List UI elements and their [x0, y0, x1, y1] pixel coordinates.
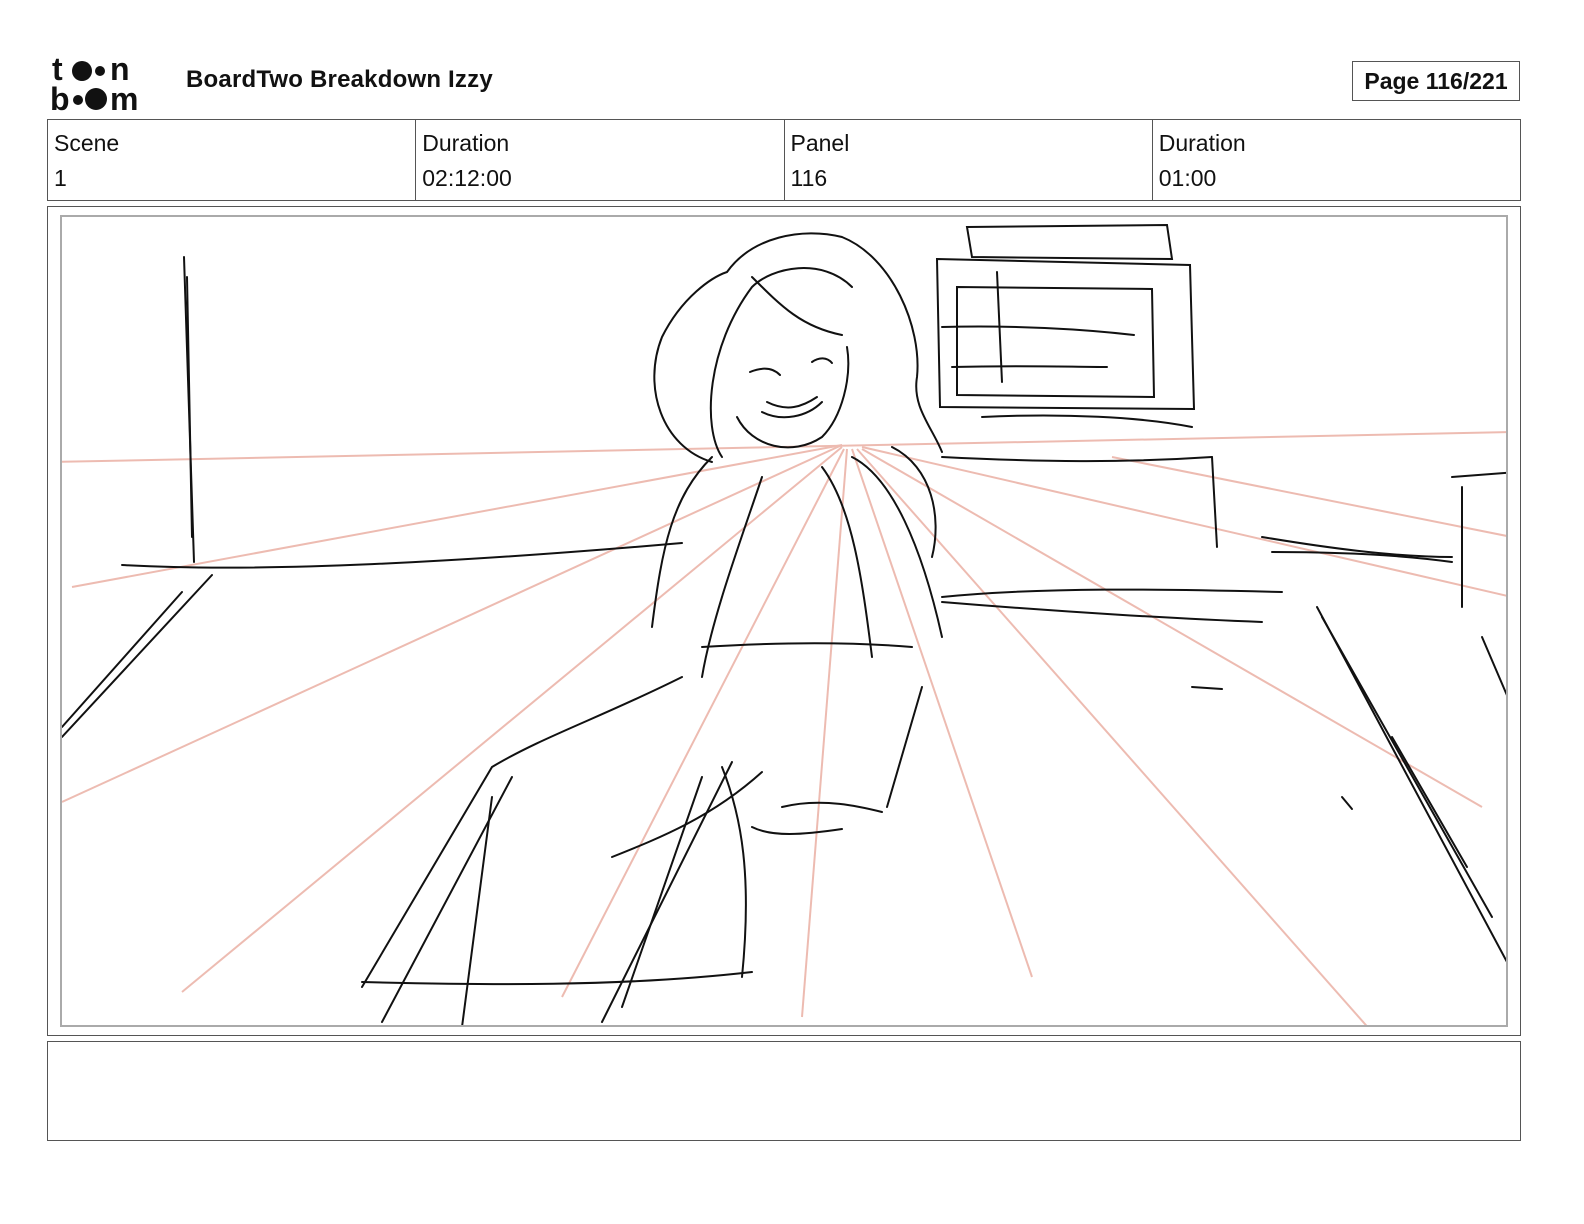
- panel-cell: Panel 116: [785, 120, 1153, 200]
- document-title: BoardTwo Breakdown Izzy: [186, 66, 493, 93]
- scene-duration-label: Duration: [422, 130, 510, 156]
- scene-label: Scene: [54, 130, 120, 156]
- page-indicator: Page 116/221: [1352, 61, 1520, 101]
- scene-duration-cell: Duration 02:12:00: [416, 120, 785, 200]
- panel-duration-value: 01:00: [1158, 165, 1217, 191]
- svg-text:m: m: [110, 81, 138, 112]
- svg-text:b: b: [50, 81, 70, 112]
- panel-duration-cell: Duration 01:00: [1153, 120, 1520, 200]
- storyboard-sketch-frame: [60, 215, 1508, 1027]
- panel-info-table: Scene 1 Duration 02:12:00 Panel 116 Dura…: [47, 119, 1521, 201]
- panel-value: 116: [790, 165, 828, 191]
- panel-notes-box: [47, 1041, 1521, 1141]
- scene-value: 1: [54, 165, 67, 191]
- storyboard-panel: [47, 206, 1521, 1036]
- panel-duration-label: Duration: [1158, 130, 1246, 156]
- panel-label: Panel: [790, 130, 850, 156]
- scene-duration-value: 02:12:00: [422, 165, 512, 191]
- scene-cell: Scene 1: [48, 120, 417, 200]
- storyboard-sketch-image: [62, 223, 1506, 1025]
- page-number: Page 116/221: [1364, 67, 1508, 94]
- toon-boom-logo: t n b m: [50, 51, 162, 117]
